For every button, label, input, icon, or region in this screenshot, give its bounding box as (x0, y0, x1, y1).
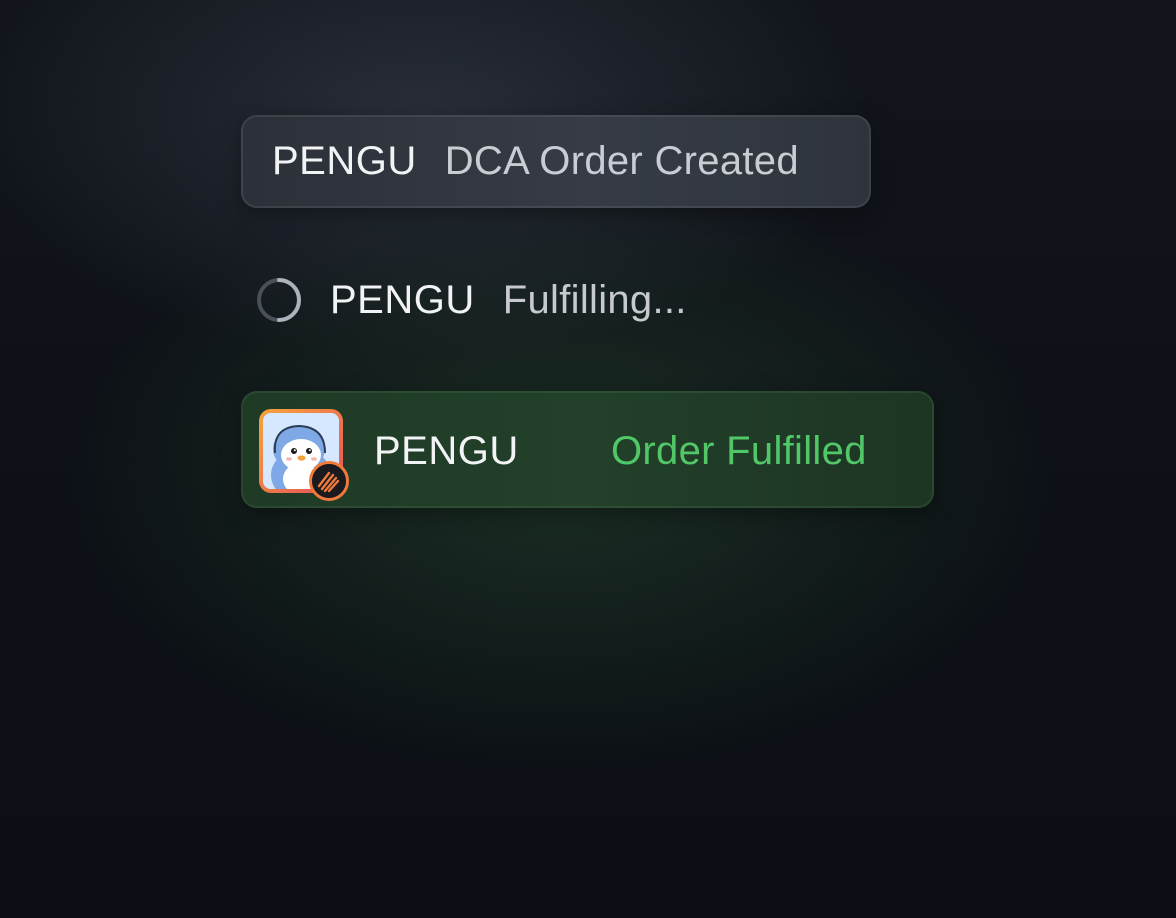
toast-order-created: PENGU DCA Order Created (241, 115, 871, 208)
status-text: Order Fulfilled (611, 429, 867, 473)
status-text: Fulfilling... (502, 277, 687, 322)
token-symbol: PENGU (330, 277, 475, 322)
token-avatar (259, 409, 349, 501)
toast-fulfilling: PENGU Fulfilling... (256, 270, 687, 330)
toast-order-fulfilled: PENGU Order Fulfilled (241, 391, 934, 508)
token-symbol: PENGU (374, 429, 519, 473)
loading-spinner-icon (256, 277, 302, 323)
protocol-badge-icon (309, 461, 349, 501)
status-text: DCA Order Created (444, 139, 799, 183)
token-symbol: PENGU (272, 139, 417, 183)
